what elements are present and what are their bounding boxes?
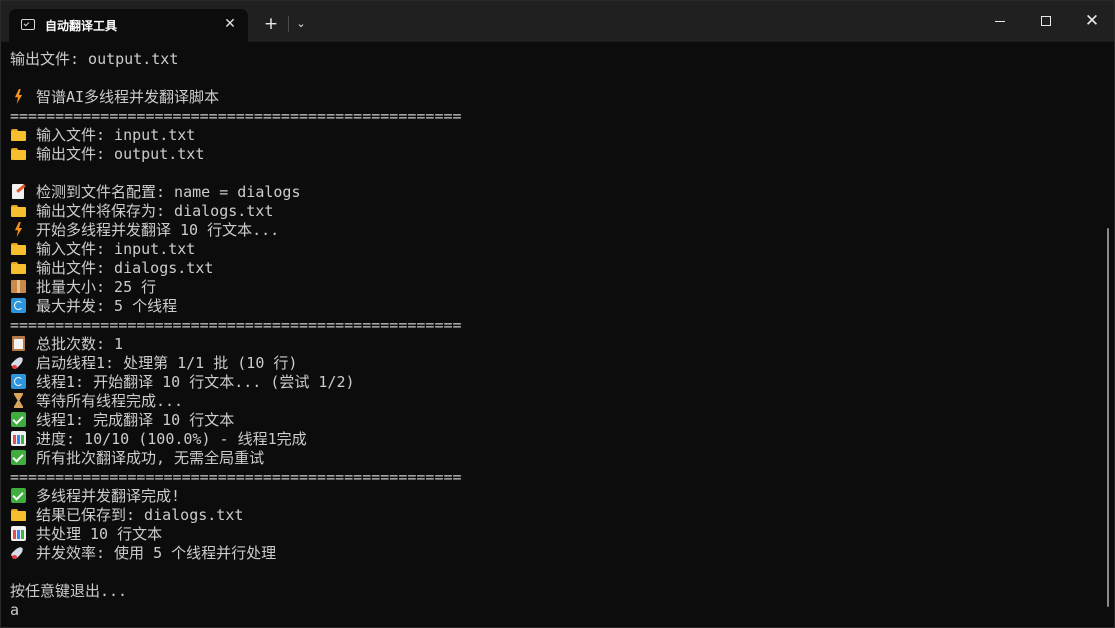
- line-text: 输出文件: output.txt: [10, 50, 179, 68]
- terminal-output[interactable]: 输出文件: output.txt 智谱AI多线程并发翻译脚本 =========…: [1, 42, 1101, 627]
- minimize-button[interactable]: [977, 1, 1023, 41]
- minimize-icon: [995, 21, 1005, 22]
- line-text: 输出文件: dialogs.txt: [36, 259, 214, 277]
- high-voltage-icon: [10, 221, 27, 238]
- terminal-window: 自动翻译工具 ✕ + ⌄ ✕ 输出文件: output.txt 智谱AI多线程并…: [0, 0, 1115, 628]
- close-icon: ✕: [1084, 11, 1100, 31]
- folder-icon: [10, 240, 27, 257]
- counterclockwise-arrows-icon: [10, 373, 27, 390]
- maximize-icon: [1041, 16, 1051, 26]
- terminal-line: 开始多线程并发翻译 10 行文本...: [10, 221, 279, 240]
- rocket-icon: [10, 354, 27, 371]
- terminal-icon: [21, 19, 35, 30]
- terminal-line: 输入文件: input.txt: [10, 126, 195, 145]
- terminal-line: 结果已保存到: dialogs.txt: [10, 506, 243, 525]
- line-text: 并发效率: 使用 5 个线程并行处理: [36, 544, 277, 562]
- scrollbar[interactable]: [1107, 228, 1109, 607]
- terminal-line: 输出文件: output.txt: [10, 50, 178, 69]
- dropdown-button[interactable]: ⌄: [292, 15, 310, 33]
- folder-icon: [10, 145, 27, 162]
- separator-line: ========================================…: [10, 316, 462, 335]
- title-bar: 自动翻译工具 ✕ + ⌄ ✕: [1, 1, 1114, 42]
- terminal-line: a: [10, 601, 19, 620]
- check-mark-icon: [10, 411, 27, 428]
- terminal-line: 等待所有线程完成...: [10, 392, 183, 411]
- terminal-line: 智谱AI多线程并发翻译脚本: [10, 88, 219, 107]
- terminal-line: 线程1: 完成翻译 10 行文本: [10, 411, 234, 430]
- folder-icon: [10, 202, 27, 219]
- terminal-line: 输入文件: input.txt: [10, 240, 195, 259]
- terminal-line: 启动线程1: 处理第 1/1 批 (10 行): [10, 354, 297, 373]
- line-text: 检测到文件名配置: name = dialogs: [36, 183, 301, 201]
- line-text: 共处理 10 行文本: [36, 525, 163, 543]
- terminal-line: 线程1: 开始翻译 10 行文本... (尝试 1/2): [10, 373, 355, 392]
- check-mark-icon: [10, 487, 27, 504]
- line-text: ========================================…: [10, 316, 462, 334]
- terminal-line: 批量大小: 25 行: [10, 278, 156, 297]
- check-mark-icon: [10, 449, 27, 466]
- terminal-line: 并发效率: 使用 5 个线程并行处理: [10, 544, 276, 563]
- terminal-line: 输出文件将保存为: dialogs.txt: [10, 202, 273, 221]
- folder-icon: [10, 259, 27, 276]
- line-text: 多线程并发翻译完成!: [36, 487, 181, 505]
- terminal-line: 最大并发: 5 个线程: [10, 297, 177, 316]
- line-text: 总批次数: 1: [36, 335, 124, 353]
- high-voltage-icon: [10, 88, 27, 105]
- hourglass-icon: [10, 392, 27, 409]
- tab-separator: [288, 16, 289, 32]
- line-text: 最大并发: 5 个线程: [36, 297, 178, 315]
- tab-title: 自动翻译工具: [45, 19, 118, 33]
- terminal-line: 共处理 10 行文本: [10, 525, 162, 544]
- line-text: a: [10, 601, 20, 619]
- bar-chart-icon: [10, 430, 27, 447]
- folder-icon: [10, 126, 27, 143]
- line-text: 智谱AI多线程并发翻译脚本: [36, 88, 220, 106]
- line-text: 输入文件: input.txt: [36, 240, 196, 258]
- line-text: 线程1: 完成翻译 10 行文本: [36, 411, 235, 429]
- line-text: ========================================…: [10, 468, 462, 486]
- terminal-line: 总批次数: 1: [10, 335, 123, 354]
- close-window-button[interactable]: ✕: [1069, 1, 1114, 41]
- line-text: 线程1: 开始翻译 10 行文本... (尝试 1/2): [36, 373, 355, 391]
- clipboard-icon: [10, 335, 27, 352]
- rocket-icon: [10, 544, 27, 561]
- line-text: 批量大小: 25 行: [36, 278, 157, 296]
- new-tab-button[interactable]: +: [261, 14, 281, 34]
- terminal-line: 按任意键退出...: [10, 582, 127, 601]
- line-text: 开始多线程并发翻译 10 行文本...: [36, 221, 280, 239]
- line-text: 结果已保存到: dialogs.txt: [36, 506, 244, 524]
- folder-icon: [10, 506, 27, 523]
- maximize-button[interactable]: [1023, 1, 1069, 41]
- line-text: 输出文件: output.txt: [36, 145, 205, 163]
- terminal-line: 输出文件: dialogs.txt: [10, 259, 213, 278]
- counterclockwise-arrows-icon: [10, 297, 27, 314]
- separator-line: ========================================…: [10, 107, 462, 126]
- separator-line: ========================================…: [10, 468, 462, 487]
- tab-close-button[interactable]: ✕: [221, 15, 239, 33]
- line-text: 所有批次翻译成功, 无需全局重试: [36, 449, 265, 467]
- line-text: ========================================…: [10, 107, 462, 125]
- line-text: 等待所有线程完成...: [36, 392, 184, 410]
- line-text: 按任意键退出...: [10, 582, 128, 600]
- terminal-line: 进度: 10/10 (100.0%) - 线程1完成: [10, 430, 307, 449]
- line-text: 输出文件将保存为: dialogs.txt: [36, 202, 274, 220]
- terminal-line: 所有批次翻译成功, 无需全局重试: [10, 449, 264, 468]
- memo-icon: [10, 183, 27, 200]
- bar-chart-icon: [10, 525, 27, 542]
- line-text: 进度: 10/10 (100.0%) - 线程1完成: [36, 430, 307, 448]
- tab-auto-translate[interactable]: 自动翻译工具 ✕: [9, 9, 248, 42]
- terminal-line: 多线程并发翻译完成!: [10, 487, 180, 506]
- terminal-line: 检测到文件名配置: name = dialogs: [10, 183, 301, 202]
- line-text: 输入文件: input.txt: [36, 126, 196, 144]
- terminal-line: 输出文件: output.txt: [10, 145, 204, 164]
- line-text: 启动线程1: 处理第 1/1 批 (10 行): [36, 354, 298, 372]
- package-icon: [10, 278, 27, 295]
